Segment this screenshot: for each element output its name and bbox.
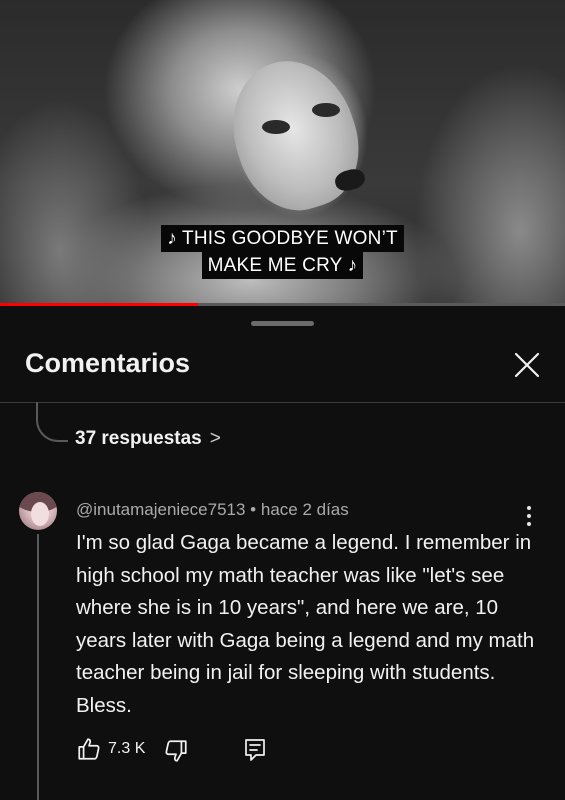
- comment-time: hace 2 días: [260, 500, 349, 519]
- comments-panel: Comentarios 37 respuestas > @inutamajenie…: [0, 306, 565, 800]
- chevron-right-icon: >: [209, 428, 221, 449]
- video-frame-eye: [262, 120, 290, 134]
- view-replies-link[interactable]: 37 respuestas >: [75, 428, 221, 450]
- meta-separator: •: [250, 500, 257, 519]
- comment-text: I'm so glad Gaga became a legend. I reme…: [76, 531, 535, 717]
- panel-title: Comentarios: [25, 348, 191, 378]
- video-captions: ♪ THIS GOODBYE WON’T MAKE ME CRY ♪: [0, 225, 565, 279]
- thumbs-up-icon[interactable]: [76, 736, 102, 762]
- video-frame-eye: [312, 103, 340, 117]
- video-player[interactable]: ♪ THIS GOODBYE WON’T MAKE ME CRY ♪: [0, 0, 565, 306]
- reply-comment-icon[interactable]: [243, 737, 267, 763]
- comment-meta: @inutamajeniece7513 • hace 2 días: [76, 500, 349, 520]
- avatar[interactable]: [19, 492, 57, 530]
- thumbs-down-icon[interactable]: [163, 738, 189, 764]
- replies-count-label: 37 respuestas: [75, 428, 202, 449]
- caption-line-1: ♪ THIS GOODBYE WON’T: [161, 225, 404, 252]
- thread-connector: [36, 402, 68, 442]
- comment-author[interactable]: @inutamajeniece7513: [76, 500, 245, 519]
- thread-line: [37, 534, 39, 800]
- avatar-face: [31, 502, 49, 526]
- like-count: 7.3 K: [108, 740, 146, 757]
- video-frame-face: [214, 45, 376, 225]
- drag-handle[interactable]: [251, 321, 314, 326]
- close-icon[interactable]: [513, 351, 541, 379]
- header-divider: [0, 402, 565, 403]
- caption-line-2: MAKE ME CRY ♪: [201, 252, 364, 279]
